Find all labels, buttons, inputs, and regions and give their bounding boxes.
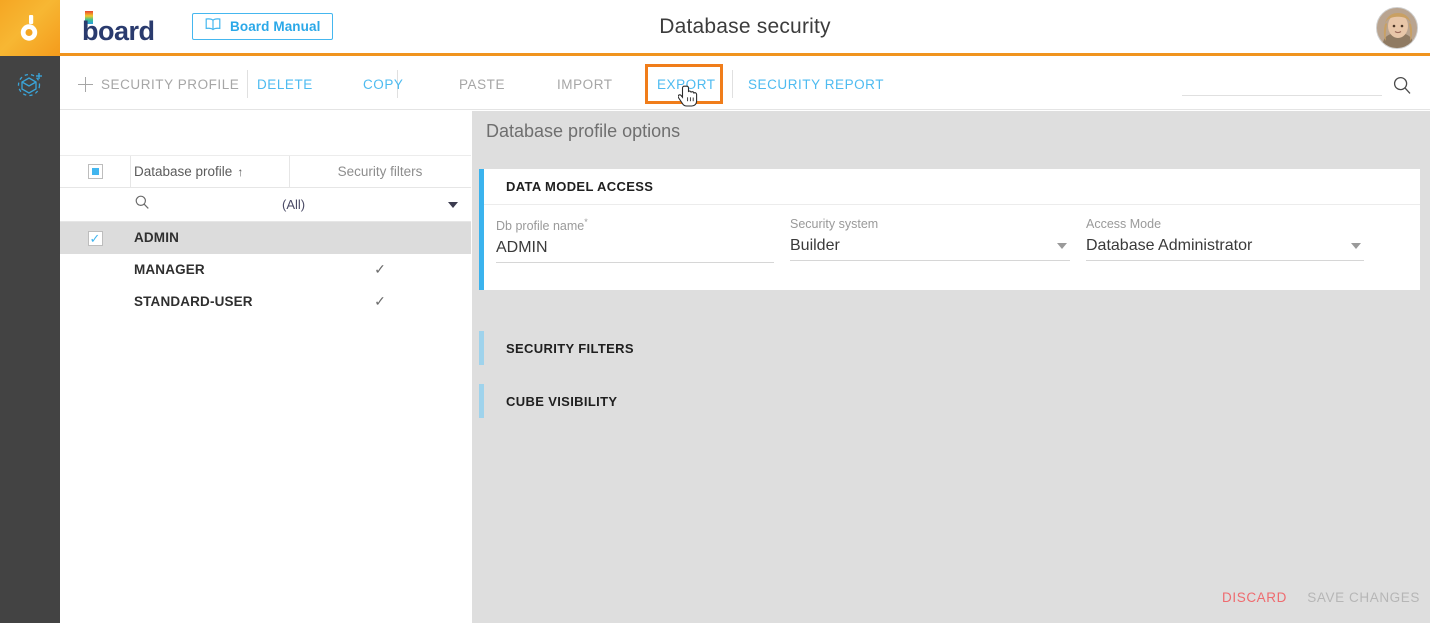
data-model-access-card: DATA MODEL ACCESS Db profile name* ADMIN…: [479, 169, 1420, 290]
app-header: board Board Manual Database security: [60, 0, 1430, 56]
row-profile-name: ADMIN: [134, 230, 179, 245]
action-toolbar: SECURITY PROFILE DELETE COPY PASTE IMPOR…: [60, 59, 1430, 110]
list-filter-row: (All): [60, 188, 472, 222]
toolbar-separator: [732, 70, 733, 98]
filter-row-spacer: [60, 188, 130, 221]
row-checkbox[interactable]: [60, 286, 130, 318]
access-mode-select[interactable]: Database Administrator: [1086, 237, 1364, 261]
toolbar-copy-label: COPY: [363, 77, 404, 92]
field-value-text: Builder: [790, 237, 840, 254]
board-manual-label: Board Manual: [230, 19, 321, 34]
toolbar-search-field[interactable]: [1182, 76, 1382, 96]
board-b-icon: [20, 15, 38, 41]
row-profile-name: STANDARD-USER: [134, 294, 253, 309]
column-header-label: Database profile: [134, 163, 233, 179]
table-row[interactable]: ✓ ADMIN: [60, 222, 472, 254]
left-rail: [0, 0, 60, 623]
toolbar-delete-button[interactable]: DELETE: [257, 59, 313, 110]
data-model-access-heading: DATA MODEL ACCESS: [484, 169, 1420, 205]
required-asterisk: *: [584, 217, 588, 227]
column-header-label: Security filters: [337, 163, 423, 179]
svg-text:board: board: [82, 16, 155, 45]
toolbar-copy-button[interactable]: COPY: [363, 59, 403, 110]
toolbar-paste-button[interactable]: PASTE: [459, 59, 505, 110]
mouse-cursor-hand-icon: [677, 85, 700, 111]
db-profile-name-value[interactable]: ADMIN: [496, 239, 774, 264]
row-security-filter-cell: ✓: [288, 293, 472, 311]
toolbar-security-report-label: SECURITY REPORT: [748, 77, 885, 92]
rail-logo-button[interactable]: [0, 0, 60, 56]
access-mode-field[interactable]: Access Mode Database Administrator: [1086, 217, 1364, 261]
toolbar-paste-label: PASTE: [459, 77, 506, 92]
security-filters-section-header[interactable]: SECURITY FILTERS: [479, 331, 1420, 365]
check-icon: ✓: [374, 261, 386, 277]
table-row[interactable]: MANAGER ✓: [60, 254, 472, 286]
toolbar-delete-label: DELETE: [257, 77, 313, 92]
row-checkbox[interactable]: [60, 254, 130, 286]
field-value-text: ADMIN: [496, 239, 548, 257]
table-row[interactable]: STANDARD-USER ✓: [60, 286, 472, 318]
row-profile-name: MANAGER: [134, 262, 205, 277]
board-manual-button[interactable]: Board Manual: [192, 13, 334, 40]
security-filters-filter-dropdown[interactable]: (All): [282, 197, 472, 212]
panel-title: Database profile options: [486, 121, 681, 141]
discard-button[interactable]: DISCARD: [1222, 590, 1287, 605]
db-profile-name-field[interactable]: Db profile name* ADMIN: [496, 217, 774, 264]
list-panel-spacer: [60, 111, 472, 156]
column-header-database-profile[interactable]: Database profile ↑: [130, 163, 288, 181]
security-system-field[interactable]: Security system Builder: [790, 217, 1070, 261]
toolbar-security-report-button[interactable]: SECURITY REPORT: [748, 59, 884, 110]
field-label-text: Db profile name: [496, 219, 585, 234]
chevron-down-icon: [1351, 243, 1361, 249]
cube-visibility-label: CUBE VISIBILITY: [506, 393, 618, 409]
name-filter-search[interactable]: [130, 194, 288, 215]
add-datamodel-icon[interactable]: [14, 68, 46, 100]
security-system-select[interactable]: Builder: [790, 237, 1070, 261]
search-input[interactable]: [1182, 77, 1382, 92]
search-icon[interactable]: [1392, 75, 1412, 95]
field-value-text: Database Administrator: [1086, 237, 1253, 254]
indeterminate-mark-icon: [91, 168, 99, 175]
chevron-down-icon: [1057, 243, 1067, 249]
user-avatar[interactable]: [1376, 7, 1418, 49]
data-model-access-fields: Db profile name* ADMIN Security system B…: [484, 205, 1420, 290]
security-filters-label: SECURITY FILTERS: [506, 340, 634, 356]
column-header-security-filters[interactable]: Security filters: [288, 163, 472, 181]
db-profile-name-label: Db profile name*: [496, 217, 774, 233]
chevron-down-icon: [448, 201, 458, 208]
select-all-checkbox[interactable]: [60, 156, 130, 187]
row-checkbox[interactable]: ✓: [60, 222, 130, 254]
filter-value-label: (All): [282, 197, 306, 212]
sort-ascending-icon: ↑: [237, 164, 244, 179]
check-icon: ✓: [89, 230, 101, 246]
row-security-filter-cell: ✓: [288, 261, 472, 279]
plus-icon: [78, 77, 93, 92]
access-mode-label: Access Mode: [1086, 217, 1162, 231]
board-logo: board: [82, 9, 182, 46]
toolbar-security-profile-label: SECURITY PROFILE: [101, 77, 240, 92]
toolbar-separator: [247, 70, 248, 98]
toolbar-import-label: IMPORT: [557, 77, 613, 92]
security-system-label: Security system: [790, 217, 879, 231]
toolbar-import-button[interactable]: IMPORT: [557, 59, 613, 110]
profiles-list-panel: Database profile ↑ Security filters (All): [60, 111, 472, 623]
application-window: board Board Manual Database security SEC…: [0, 0, 1430, 623]
search-icon: [135, 195, 149, 209]
header-divider: [130, 156, 131, 188]
save-changes-button: SAVE CHANGES: [1307, 590, 1420, 605]
header-divider: [289, 156, 290, 188]
book-icon: [205, 17, 221, 36]
profile-options-panel: Database profile options DATA MODEL ACCE…: [472, 111, 1430, 623]
check-icon: ✓: [374, 293, 386, 309]
list-header-row: Database profile ↑ Security filters: [60, 156, 472, 188]
toolbar-security-profile-button[interactable]: SECURITY PROFILE: [78, 59, 239, 110]
cube-visibility-section-header[interactable]: CUBE VISIBILITY: [479, 384, 1420, 418]
